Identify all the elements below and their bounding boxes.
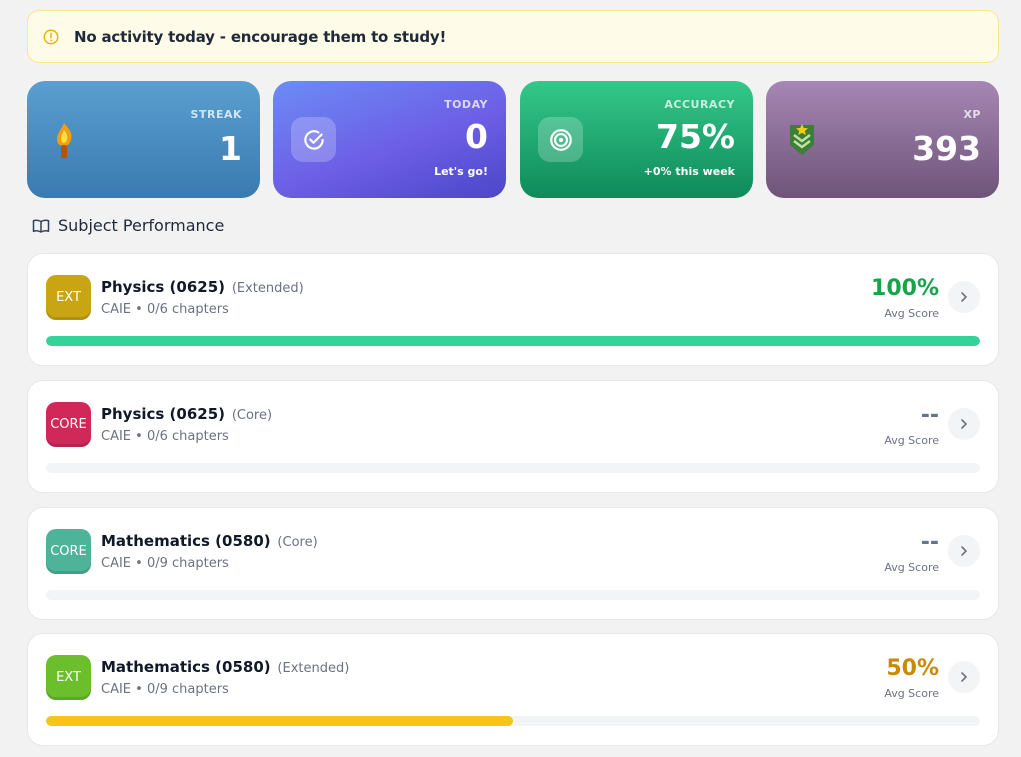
progress-track [46,590,980,600]
subject-meta: CAIE • 0/6 chapters [101,429,229,444]
chevron-right-icon [961,546,968,556]
chevron-rank-icon [790,124,814,155]
avg-score-label: Avg Score [884,307,939,320]
today-card: TODAY 0 Let's go! [273,81,506,198]
streak-label: STREAK [190,108,242,121]
progress-fill [46,716,513,726]
subject-card[interactable]: EXT Physics (0625) (Extended) CAIE • 0/6… [27,253,999,366]
subject-level: (Extended) [231,281,304,296]
avg-score-value: 50% [886,656,939,681]
section-header: Subject Performance [32,216,224,235]
chevron-right-icon [961,419,968,429]
xp-value: 393 [912,129,981,168]
progress-track [46,716,980,726]
subject-card[interactable]: CORE Physics (0625) (Core) CAIE • 0/6 ch… [27,380,999,493]
subject-card[interactable]: CORE Mathematics (0580) (Core) CAIE • 0/… [27,507,999,620]
chevron-right-icon [961,672,968,682]
accuracy-card: ACCURACY 75% +0% this week [520,81,753,198]
progress-track [46,336,980,346]
progress-track [46,463,980,473]
open-subject-button[interactable] [948,281,980,313]
avg-score-label: Avg Score [884,434,939,447]
subject-meta: CAIE • 0/9 chapters [101,556,229,571]
progress-fill [46,336,980,346]
streak-value: 1 [219,129,242,168]
xp-card: XP 393 [766,81,999,198]
subject-badge: CORE [46,402,91,447]
subject-name: Physics (0625) [101,278,226,296]
open-subject-button[interactable] [948,535,980,567]
subject-level: (Core) [231,408,273,423]
no-activity-alert: No activity today - encourage them to st… [27,10,999,63]
subject-card[interactable]: EXT Mathematics (0580) (Extended) CAIE •… [27,633,999,746]
open-book-icon [32,219,50,233]
subject-name: Mathematics (0580) [101,658,271,676]
subject-level: (Extended) [277,661,350,676]
subject-name: Physics (0625) [101,405,226,423]
accuracy-value: 75% [656,117,735,156]
check-circle-icon [291,117,336,162]
avg-score-label: Avg Score [884,561,939,574]
today-sub: Let's go! [434,165,488,178]
warning-circle-icon [43,29,59,44]
chevron-right-icon [961,292,968,302]
today-value: 0 [465,117,488,156]
subject-badge: EXT [46,655,91,700]
open-subject-button[interactable] [948,408,980,440]
section-title: Subject Performance [58,216,225,235]
torch-icon [57,123,72,158]
today-label: TODAY [444,98,488,111]
open-subject-button[interactable] [948,661,980,693]
target-icon [538,117,583,162]
subject-badge: CORE [46,529,91,574]
accuracy-label: ACCURACY [664,98,735,111]
alert-message: No activity today - encourage them to st… [74,27,447,46]
subject-name: Mathematics (0580) [101,532,271,550]
avg-score-label: Avg Score [884,687,939,700]
accuracy-sub: +0% this week [643,165,735,178]
subject-badge: EXT [46,275,91,320]
subject-meta: CAIE • 0/6 chapters [101,302,229,317]
streak-card: STREAK 1 [27,81,260,198]
avg-score-value: 100% [871,276,939,301]
avg-score-value: -- [920,530,939,555]
subject-meta: CAIE • 0/9 chapters [101,682,229,697]
xp-label: XP [963,108,981,121]
subject-level: (Core) [277,535,318,550]
avg-score-value: -- [920,403,939,428]
